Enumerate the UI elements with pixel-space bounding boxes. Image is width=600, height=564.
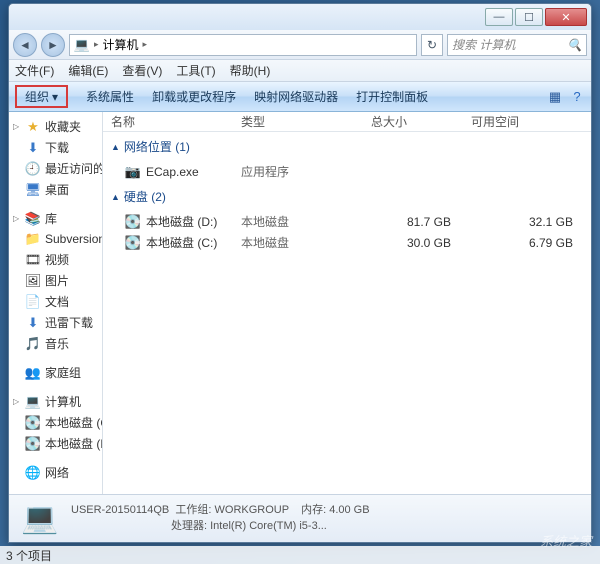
sidebar-item-downloads[interactable]: ⬇下载 bbox=[9, 137, 102, 158]
sidebar-item-desktop[interactable]: 🖥桌面 bbox=[9, 179, 102, 200]
folder-icon: 📁 bbox=[25, 231, 41, 247]
search-placeholder: 搜索 计算机 bbox=[452, 36, 515, 53]
disk-icon: 💽 bbox=[25, 415, 41, 431]
menu-tools[interactable]: 工具(T) bbox=[176, 62, 215, 79]
breadcrumb[interactable]: 计算机 bbox=[103, 36, 139, 53]
group-netloc[interactable]: ▲网络位置 (1) bbox=[103, 132, 591, 161]
menu-edit[interactable]: 编辑(E) bbox=[68, 62, 108, 79]
col-type[interactable]: 类型 bbox=[241, 113, 371, 130]
sidebar-item-recent[interactable]: 🕘最近访问的 bbox=[9, 158, 102, 179]
uninstall-button[interactable]: 卸载或更改程序 bbox=[152, 88, 236, 105]
desktop-icon: 🖥 bbox=[25, 182, 41, 198]
help-icon[interactable]: ? bbox=[569, 89, 585, 105]
disk-icon: 💽 bbox=[125, 214, 141, 230]
sidebar-item-documents[interactable]: 📄文档 bbox=[9, 291, 102, 312]
close-button[interactable]: ✕ bbox=[545, 8, 587, 26]
control-panel-button[interactable]: 打开控制面板 bbox=[356, 88, 428, 105]
status-bar: 💻 USER-20150114QB 工作组: WORKGROUP 内存: 4.0… bbox=[9, 494, 591, 542]
column-headers[interactable]: 名称 类型 总大小 可用空间 bbox=[103, 112, 591, 132]
sidebar-item-xunlei[interactable]: ⬇迅雷下载 bbox=[9, 312, 102, 333]
back-button[interactable]: ◄ bbox=[13, 33, 37, 57]
col-total[interactable]: 总大小 bbox=[371, 113, 471, 130]
search-icon: 🔍 bbox=[567, 38, 582, 52]
sidebar-network[interactable]: 🌐网络 bbox=[9, 462, 102, 483]
computer-name: USER-20150114QB bbox=[71, 504, 169, 516]
document-icon: 📄 bbox=[25, 294, 41, 310]
download-icon: ⬇ bbox=[25, 315, 41, 331]
sidebar-item-subversion[interactable]: 📁Subversion bbox=[9, 229, 102, 249]
chevron-down-icon: ▾ bbox=[52, 90, 58, 104]
sidebar: ▷★收藏夹 ⬇下载 🕘最近访问的 🖥桌面 ▷📚库 📁Subversion 🎞视频… bbox=[9, 112, 103, 494]
list-item[interactable]: 💽本地磁盘 (C:) 本地磁盘 30.0 GB 6.79 GB bbox=[103, 232, 591, 253]
navigation-bar: ◄ ► 💻 ▸ 计算机 ▸ ↻ 搜索 计算机 🔍 bbox=[9, 30, 591, 60]
explorer-window: — ☐ ✕ ◄ ► 💻 ▸ 计算机 ▸ ↻ 搜索 计算机 🔍 文件(F) 编辑(… bbox=[8, 3, 592, 543]
col-free[interactable]: 可用空间 bbox=[471, 113, 583, 130]
chevron-right-icon[interactable]: ▸ bbox=[94, 39, 99, 50]
list-item[interactable]: 💽本地磁盘 (D:) 本地磁盘 81.7 GB 32.1 GB bbox=[103, 211, 591, 232]
view-mode-button[interactable]: ▦ bbox=[547, 89, 563, 105]
sidebar-item-disk-c[interactable]: 💽本地磁盘 (C bbox=[9, 412, 102, 433]
music-icon: 🎵 bbox=[25, 336, 41, 352]
group-disk[interactable]: ▲硬盘 (2) bbox=[103, 182, 591, 211]
search-input[interactable]: 搜索 计算机 🔍 bbox=[447, 34, 587, 56]
sidebar-favorites[interactable]: ▷★收藏夹 bbox=[9, 116, 102, 137]
homegroup-icon: 👥 bbox=[25, 365, 41, 381]
camera-icon: 📷 bbox=[125, 164, 141, 180]
computer-icon: 💻 bbox=[25, 394, 41, 410]
computer-icon: 💻 bbox=[74, 37, 90, 53]
download-icon: ⬇ bbox=[25, 140, 41, 156]
footer-count: 3 个项目 bbox=[0, 546, 600, 564]
sidebar-computer[interactable]: ▷💻计算机 bbox=[9, 391, 102, 412]
network-icon: 🌐 bbox=[25, 465, 41, 481]
sidebar-homegroup[interactable]: 👥家庭组 bbox=[9, 362, 102, 383]
main-area: ▷★收藏夹 ⬇下载 🕘最近访问的 🖥桌面 ▷📚库 📁Subversion 🎞视频… bbox=[9, 112, 591, 494]
minimize-button[interactable]: — bbox=[485, 8, 513, 26]
menu-help[interactable]: 帮助(H) bbox=[230, 62, 271, 79]
video-icon: 🎞 bbox=[25, 252, 41, 268]
list-item[interactable]: 📷ECap.exe 应用程序 bbox=[103, 161, 591, 182]
col-name[interactable]: 名称 bbox=[111, 113, 241, 130]
titlebar[interactable]: — ☐ ✕ bbox=[9, 4, 591, 30]
picture-icon: 🖼 bbox=[25, 273, 41, 289]
sidebar-item-pictures[interactable]: 🖼图片 bbox=[9, 270, 102, 291]
computer-icon: 💻 bbox=[19, 500, 61, 538]
system-properties-button[interactable]: 系统属性 bbox=[86, 88, 134, 105]
toolbar: 组织▾ 系统属性 卸载或更改程序 映射网络驱动器 打开控制面板 ▦ ? bbox=[9, 82, 591, 112]
sidebar-item-video[interactable]: 🎞视频 bbox=[9, 249, 102, 270]
disk-icon: 💽 bbox=[25, 436, 41, 452]
chevron-right-icon[interactable]: ▸ bbox=[143, 39, 148, 50]
sidebar-item-disk-d[interactable]: 💽本地磁盘 (D bbox=[9, 433, 102, 454]
sidebar-libraries[interactable]: ▷📚库 bbox=[9, 208, 102, 229]
organize-button[interactable]: 组织▾ bbox=[15, 85, 68, 108]
menu-bar: 文件(F) 编辑(E) 查看(V) 工具(T) 帮助(H) bbox=[9, 60, 591, 82]
content-pane: 名称 类型 总大小 可用空间 ▲网络位置 (1) 📷ECap.exe 应用程序 … bbox=[103, 112, 591, 494]
disk-icon: 💽 bbox=[125, 235, 141, 251]
star-icon: ★ bbox=[25, 119, 41, 135]
refresh-button[interactable]: ↻ bbox=[421, 34, 443, 56]
address-bar[interactable]: 💻 ▸ 计算机 ▸ bbox=[69, 34, 417, 56]
maximize-button[interactable]: ☐ bbox=[515, 8, 543, 26]
sidebar-item-music[interactable]: 🎵音乐 bbox=[9, 333, 102, 354]
menu-view[interactable]: 查看(V) bbox=[122, 62, 162, 79]
library-icon: 📚 bbox=[25, 211, 41, 227]
recent-icon: 🕘 bbox=[25, 161, 41, 177]
menu-file[interactable]: 文件(F) bbox=[15, 62, 54, 79]
forward-button[interactable]: ► bbox=[41, 33, 65, 57]
map-drive-button[interactable]: 映射网络驱动器 bbox=[254, 88, 338, 105]
